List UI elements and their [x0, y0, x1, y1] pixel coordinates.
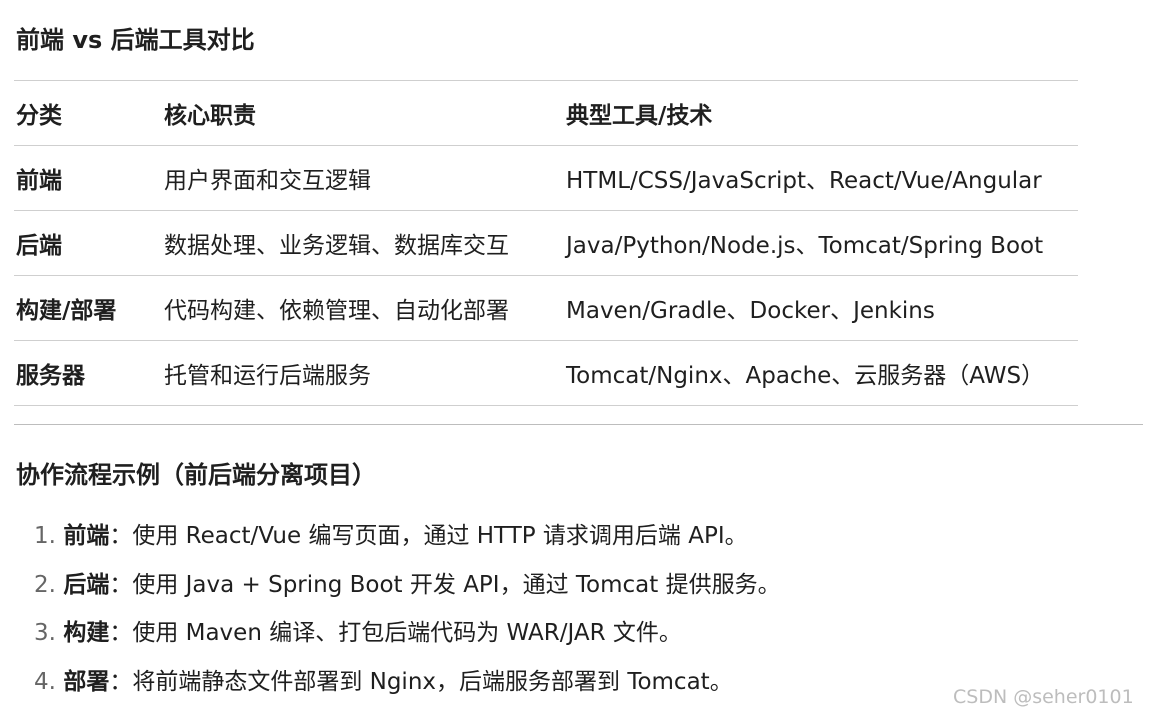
step-text: ：使用 Maven 编译、打包后端代码为 WAR/JAR 文件。	[109, 620, 682, 646]
header-tools: 典型工具/技术	[564, 80, 1078, 146]
step-text: ：将前端静态文件部署到 Nginx，后端服务部署到 Tomcat。	[109, 668, 733, 695]
list-item: 2. 后端：使用 Java + Spring Boot 开发 API，通过 To…	[0, 561, 781, 610]
cell-responsibility: 数据处理、业务逻辑、数据库交互	[162, 210, 564, 276]
table-row: 前端 用户界面和交互逻辑 HTML/CSS/JavaScript、React/V…	[14, 145, 1078, 211]
list-item: 1. 前端：使用 React/Vue 编写页面，通过 HTTP 请求调用后端 A…	[0, 512, 781, 561]
cell-category: 构建/部署	[14, 275, 162, 341]
list-number: 4.	[34, 668, 56, 695]
cell-category: 服务器	[14, 340, 162, 406]
list-number: 3.	[34, 620, 56, 646]
section-title-workflow: 协作流程示例（前后端分离项目）	[16, 461, 376, 489]
cell-tools: Java/Python/Node.js、Tomcat/Spring Boot	[564, 210, 1078, 276]
workflow-steps-list: 1. 前端：使用 React/Vue 编写页面，通过 HTTP 请求调用后端 A…	[0, 512, 781, 706]
watermark: CSDN @seher0101	[953, 686, 1134, 708]
article-content: 前端 vs 后端工具对比 分类 核心职责 典型工具/技术 前端 用户界面和交互逻…	[0, 0, 1151, 718]
list-number: 2.	[34, 571, 56, 598]
cell-tools: HTML/CSS/JavaScript、React/Vue/Angular	[564, 145, 1078, 211]
table-row: 构建/部署 代码构建、依赖管理、自动化部署 Maven/Gradle、Docke…	[14, 275, 1078, 341]
cell-responsibility: 托管和运行后端服务	[162, 340, 564, 406]
comparison-table: 分类 核心职责 典型工具/技术 前端 用户界面和交互逻辑 HTML/CSS/Ja…	[14, 80, 1078, 406]
table-header-row: 分类 核心职责 典型工具/技术	[14, 80, 1078, 146]
table-row: 后端 数据处理、业务逻辑、数据库交互 Java/Python/Node.js、T…	[14, 210, 1078, 276]
table-row: 服务器 托管和运行后端服务 Tomcat/Nginx、Apache、云服务器（A…	[14, 340, 1078, 406]
header-category: 分类	[14, 80, 162, 146]
cell-tools: Maven/Gradle、Docker、Jenkins	[564, 275, 1078, 341]
list-item: 3. 构建：使用 Maven 编译、打包后端代码为 WAR/JAR 文件。	[0, 609, 781, 658]
cell-tools: Tomcat/Nginx、Apache、云服务器（AWS）	[564, 340, 1078, 406]
section-title-comparison: 前端 vs 后端工具对比	[16, 26, 255, 54]
step-text: ：使用 Java + Spring Boot 开发 API，通过 Tomcat …	[109, 571, 781, 598]
header-responsibility: 核心职责	[162, 80, 564, 146]
cell-responsibility: 代码构建、依赖管理、自动化部署	[162, 275, 564, 341]
step-text: ：使用 React/Vue 编写页面，通过 HTTP 请求调用后端 API。	[109, 523, 748, 549]
cell-category: 后端	[14, 210, 162, 276]
step-term: 前端	[63, 523, 110, 549]
cell-responsibility: 用户界面和交互逻辑	[162, 145, 564, 211]
step-term: 部署	[63, 668, 110, 695]
cell-category: 前端	[14, 145, 162, 211]
list-number: 1.	[34, 523, 56, 549]
step-term: 构建	[63, 620, 110, 646]
step-term: 后端	[63, 571, 110, 598]
horizontal-divider	[14, 424, 1143, 425]
list-item: 4. 部署：将前端静态文件部署到 Nginx，后端服务部署到 Tomcat。	[0, 658, 781, 707]
